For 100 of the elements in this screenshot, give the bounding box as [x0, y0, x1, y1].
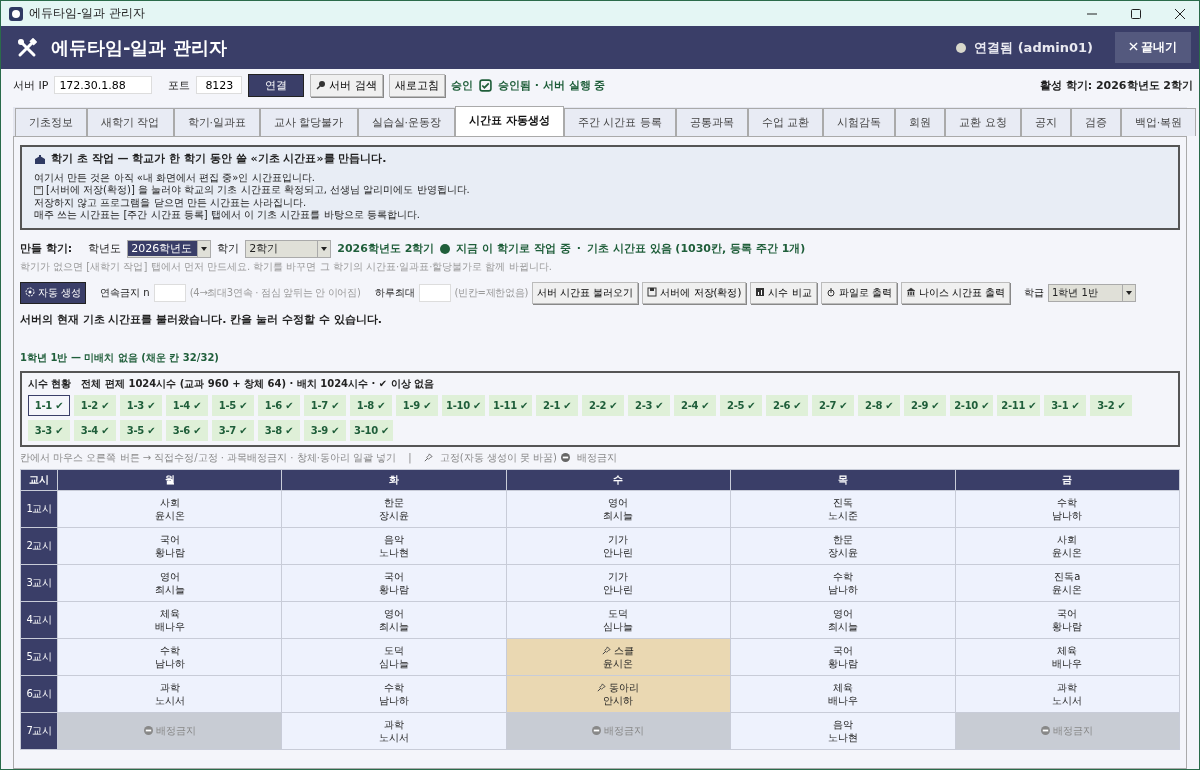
- class-chip[interactable]: 2-11 ✔: [997, 394, 1041, 416]
- toolbar-button[interactable]: 나이스 시간표 출력: [900, 281, 1011, 304]
- class-chip[interactable]: 2-6 ✔: [766, 394, 809, 416]
- term-dropdown[interactable]: 2학기: [245, 239, 332, 258]
- class-chip[interactable]: 1-4 ✔: [166, 394, 208, 416]
- year-dropdown[interactable]: 2026학년도: [127, 239, 212, 258]
- refresh-button[interactable]: 새로고침: [388, 73, 445, 97]
- class-chip[interactable]: 3-9 ✔: [304, 419, 346, 441]
- class-chip[interactable]: 2-2 ✔: [582, 394, 625, 416]
- timetable-cell[interactable]: 한문 장시윤: [282, 490, 506, 527]
- tab[interactable]: 공지: [1020, 108, 1071, 136]
- class-chip[interactable]: 1-10 ✔: [442, 394, 486, 416]
- timetable-cell[interactable]: 수학 남나하: [731, 564, 955, 601]
- timetable-cell[interactable]: 영어 최시늘: [282, 601, 506, 638]
- ip-field[interactable]: 172.30.1.88: [54, 76, 153, 94]
- timetable-cell[interactable]: 국어 황나람: [731, 638, 955, 675]
- class-chip[interactable]: 2-7 ✔: [812, 394, 855, 416]
- class-chip[interactable]: 1-8 ✔: [350, 394, 392, 416]
- consecutive-limit-field[interactable]: [153, 283, 186, 302]
- class-chip[interactable]: 1-11 ✔: [489, 394, 533, 416]
- tab[interactable]: 실습실·운동장: [357, 108, 455, 136]
- timetable-cell[interactable]: 한문 장시윤: [731, 527, 955, 564]
- class-chip[interactable]: 1-6 ✔: [258, 394, 300, 416]
- toolbar-button[interactable]: 서버에 저장(확정): [642, 281, 747, 304]
- approval-checkbox[interactable]: [478, 78, 492, 92]
- timetable-cell[interactable]: 도덕 심나늘: [282, 638, 506, 675]
- server-search-button[interactable]: 서버 검색: [310, 73, 383, 97]
- connect-button[interactable]: 연결: [248, 73, 305, 97]
- class-chip[interactable]: 1-2 ✔: [74, 394, 116, 416]
- timetable-cell[interactable]: 스클 윤시온: [506, 638, 731, 675]
- tab[interactable]: 수업 교환: [747, 108, 824, 136]
- tab[interactable]: 공통과목: [675, 108, 748, 136]
- class-chip[interactable]: 2-5 ✔: [720, 394, 763, 416]
- timetable-cell[interactable]: 수학 남나하: [58, 638, 282, 675]
- timetable-cell[interactable]: 수학 남나하: [282, 675, 506, 712]
- class-chip[interactable]: 3-5 ✔: [120, 419, 162, 441]
- timetable-cell[interactable]: 음악 노나현: [282, 527, 506, 564]
- class-chip[interactable]: 2-1 ✔: [536, 394, 579, 416]
- class-chip[interactable]: 1-3 ✔: [120, 394, 162, 416]
- toolbar-button[interactable]: 파일로 출력: [820, 281, 897, 304]
- tab[interactable]: 시간표 자동생성: [455, 106, 564, 136]
- timetable-cell[interactable]: 영어 최시늘: [506, 490, 731, 527]
- daily-max-field[interactable]: [418, 283, 451, 302]
- class-chip[interactable]: 1-7 ✔: [304, 394, 346, 416]
- toolbar-button[interactable]: 시수 비교: [750, 281, 817, 304]
- auto-generate-button[interactable]: 자동 생성: [20, 281, 87, 304]
- class-chip[interactable]: 3-6 ✔: [166, 419, 208, 441]
- class-chip[interactable]: 2-10 ✔: [950, 394, 994, 416]
- port-field[interactable]: 8123: [196, 76, 243, 94]
- tab[interactable]: 학기·일과표: [173, 108, 260, 136]
- timetable-cell[interactable]: 기가 안나린: [506, 564, 731, 601]
- timetable-cell[interactable]: 과학 노시서: [955, 675, 1179, 712]
- class-chip[interactable]: 3-7 ✔: [212, 419, 254, 441]
- class-chip[interactable]: 3-4 ✔: [74, 419, 116, 441]
- timetable-cell[interactable]: 과학 노시서: [282, 712, 506, 749]
- tab[interactable]: 회원: [895, 108, 946, 136]
- timetable-cell[interactable]: 도덕 심나늘: [506, 601, 731, 638]
- timetable-cell[interactable]: 사회 윤시온: [955, 527, 1179, 564]
- class-chip[interactable]: 3-3 ✔: [28, 419, 70, 441]
- tab[interactable]: 새학기 작업: [87, 108, 174, 136]
- class-chip[interactable]: 2-8 ✔: [858, 394, 901, 416]
- tab[interactable]: 교사 할당불가: [260, 108, 358, 136]
- class-chip[interactable]: 3-8 ✔: [258, 419, 300, 441]
- timetable-cell[interactable]: 체육 배나우: [58, 601, 282, 638]
- timetable-cell[interactable]: 국어 황나람: [282, 564, 506, 601]
- class-chip[interactable]: 1-9 ✔: [396, 394, 438, 416]
- timetable-cell[interactable]: 진독a 윤시온: [955, 564, 1179, 601]
- timetable-cell[interactable]: 동아리 안시하: [506, 675, 731, 712]
- maximize-icon[interactable]: [1131, 8, 1141, 19]
- tab[interactable]: 교환 요청: [945, 108, 1021, 136]
- timetable-cell[interactable]: 사회 윤시온: [58, 490, 282, 527]
- class-chip[interactable]: 2-9 ✔: [904, 394, 947, 416]
- tab[interactable]: 백업·복원: [1120, 108, 1197, 136]
- toolbar-button[interactable]: 서버 시간표 불러오기: [532, 281, 639, 304]
- timetable-cell[interactable]: 음악 노나현: [731, 712, 955, 749]
- class-chip[interactable]: 3-2 ✔: [1090, 394, 1133, 416]
- timetable-cell[interactable]: 영어 최시늘: [731, 601, 955, 638]
- class-chip[interactable]: 2-3 ✔: [628, 394, 671, 416]
- timetable-cell[interactable]: 진독 노시준: [731, 490, 955, 527]
- timetable-cell[interactable]: 체육 배나우: [955, 638, 1179, 675]
- class-chip[interactable]: 3-10 ✔: [350, 419, 394, 441]
- class-chip[interactable]: 1-1 ✔: [28, 394, 70, 416]
- timetable-cell[interactable]: 영어 최시늘: [58, 564, 282, 601]
- class-chip[interactable]: 2-4 ✔: [674, 394, 717, 416]
- quit-button[interactable]: 끝내기: [1115, 32, 1191, 63]
- tab[interactable]: 기초정보: [15, 108, 87, 136]
- port-label: 포트: [168, 77, 191, 93]
- class-chip[interactable]: 1-5 ✔: [212, 394, 254, 416]
- class-chip[interactable]: 3-1 ✔: [1044, 394, 1087, 416]
- class-dropdown[interactable]: 1학년 1반: [1048, 283, 1137, 302]
- timetable-cell[interactable]: 수학 남나하: [955, 490, 1179, 527]
- timetable-cell[interactable]: 체육 배나우: [731, 675, 955, 712]
- close-icon[interactable]: [1175, 8, 1185, 19]
- timetable-cell[interactable]: 국어 황나람: [58, 527, 282, 564]
- tab[interactable]: 검증: [1070, 108, 1121, 136]
- timetable-cell[interactable]: 과학 노시서: [58, 675, 282, 712]
- tab[interactable]: 시험감독: [823, 108, 896, 136]
- tab[interactable]: 주간 시간표 등록: [563, 108, 676, 136]
- timetable-cell[interactable]: 기가 안나린: [506, 527, 731, 564]
- timetable-cell[interactable]: 국어 황나람: [955, 601, 1179, 638]
